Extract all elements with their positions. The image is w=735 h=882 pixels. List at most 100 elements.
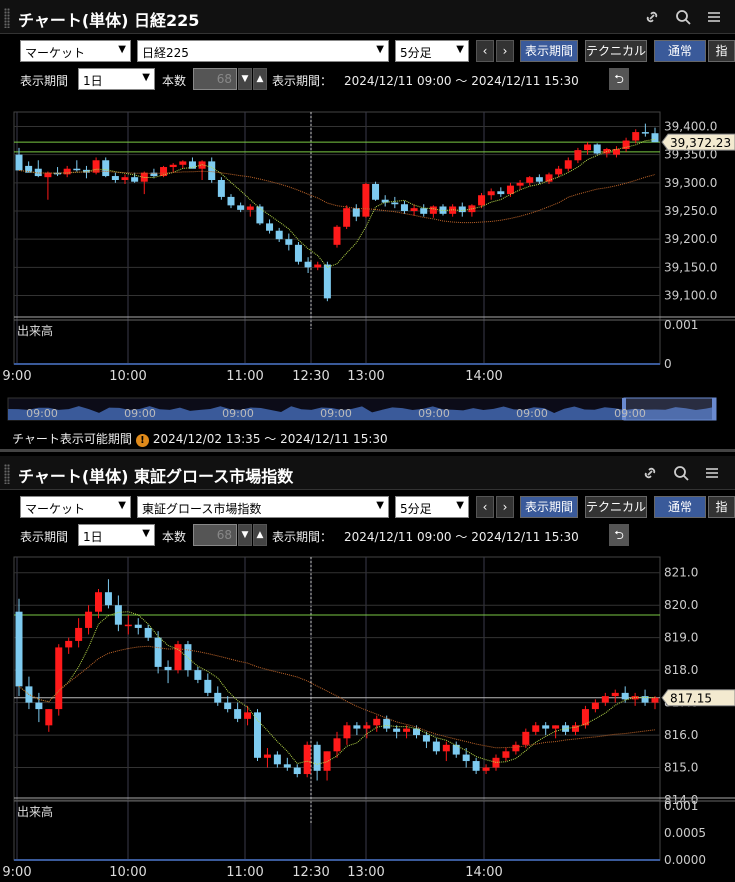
candle — [352, 208, 360, 217]
count-input[interactable]: 68 — [193, 68, 237, 90]
candle — [244, 712, 252, 719]
count-up-button[interactable]: ▲ — [253, 524, 267, 546]
candle — [104, 592, 112, 606]
candle — [63, 168, 71, 175]
symbol-select[interactable]: 日経225 ▼ — [137, 40, 389, 62]
candle — [131, 177, 139, 182]
symbol-select[interactable]: 東証グロース市場指数 ▼ — [137, 496, 389, 518]
candle — [545, 174, 553, 182]
search-icon[interactable] — [672, 464, 690, 482]
candle — [283, 764, 291, 768]
drag-grip-icon[interactable] — [4, 8, 10, 28]
candle — [343, 725, 351, 739]
market-select[interactable]: マーケット ▼ — [20, 40, 131, 62]
candle — [591, 702, 599, 710]
count-down-button[interactable]: ▼ — [238, 524, 252, 546]
candle — [102, 160, 110, 177]
menu-icon[interactable] — [705, 8, 723, 26]
y-tick-label: 39,100.0 — [664, 289, 717, 303]
period-button[interactable]: 表示期間 — [520, 40, 578, 62]
candle — [468, 205, 476, 213]
prev-button[interactable]: ‹ — [476, 40, 494, 62]
available-period: チャート表示可能期間! 2024/12/02 13:35 ～ 2024/12/11… — [12, 432, 388, 447]
count-input[interactable]: 68 — [193, 524, 237, 546]
candle — [73, 168, 81, 171]
candle — [478, 195, 486, 206]
candle — [452, 744, 460, 755]
candle — [651, 133, 659, 143]
y-tick-label: 39,300.0 — [664, 176, 717, 190]
candle — [458, 206, 466, 213]
candle — [564, 160, 572, 169]
candle — [333, 738, 341, 752]
period-label: 表示期間 — [20, 74, 69, 88]
candle — [214, 692, 222, 703]
price-chart[interactable]: 9:00 10:00 11:00 12:30 13:00 14:00 821.0 820.0 8… — [0, 548, 735, 882]
candle — [15, 611, 23, 687]
link-icon[interactable] — [643, 8, 661, 26]
panel-titlebar[interactable]: チャート(単体) 日経225 — [0, 0, 735, 34]
candle — [237, 205, 245, 210]
range-value: 2024/12/11 09:00 ～ 2024/12/11 15:30 — [344, 74, 579, 88]
technical-button[interactable]: テクニカル — [585, 496, 647, 518]
navigator-tick-label: 09:00 — [614, 407, 646, 420]
candle — [208, 161, 216, 180]
period-button[interactable]: 表示期間 — [520, 496, 578, 518]
warning-icon: ! — [135, 434, 149, 447]
candle — [65, 640, 73, 648]
technical-button[interactable]: テクニカル — [585, 40, 647, 62]
candle — [362, 183, 370, 217]
volume-tick-label: 0.001 — [664, 318, 698, 332]
prev-button[interactable]: ‹ — [476, 496, 494, 518]
candle — [227, 196, 235, 206]
count-down-button[interactable]: ▼ — [238, 68, 252, 90]
candle — [516, 182, 524, 186]
candle — [95, 592, 102, 612]
y-tick-label: 39,250.0 — [664, 204, 717, 218]
candle — [45, 709, 53, 726]
next-button[interactable]: › — [496, 40, 514, 62]
index-button[interactable]: 指 — [708, 496, 735, 518]
range-label: 表示期間： — [272, 74, 333, 88]
index-button[interactable]: 指 — [708, 40, 735, 62]
market-select[interactable]: マーケット ▼ — [20, 496, 131, 518]
x-tick-label: 13:00 — [347, 865, 384, 880]
normal-button[interactable]: 通常 — [654, 496, 706, 518]
candle — [601, 696, 609, 703]
candle — [275, 230, 283, 240]
normal-button[interactable]: 通常 — [654, 40, 706, 62]
reset-icon[interactable]: ⮌ — [609, 68, 629, 90]
interval-select[interactable]: 5分足 ▼ — [395, 40, 469, 62]
reset-icon[interactable]: ⮌ — [609, 524, 629, 546]
candle — [584, 144, 592, 151]
drag-grip-icon[interactable] — [4, 464, 10, 484]
y-tick-label: 39,150.0 — [664, 260, 717, 274]
candle — [313, 744, 321, 771]
candle — [164, 666, 172, 671]
interval-select[interactable]: 5分足 ▼ — [395, 496, 469, 518]
candle — [581, 709, 589, 726]
next-button[interactable]: › — [496, 496, 514, 518]
candle — [593, 144, 601, 154]
y-tick-label: 815.0 — [664, 761, 698, 775]
price-chart[interactable]: 9:00 10:00 11:00 12:30 13:00 14:00 39,400.0 39,… — [0, 92, 735, 427]
candle — [442, 744, 450, 752]
menu-icon[interactable] — [703, 464, 721, 482]
y-tick-label: 819.0 — [664, 631, 698, 645]
candle — [611, 692, 619, 697]
candle — [303, 744, 311, 775]
chart-panel-nikkei: チャート(単体) 日経225 マーケット ▼ 日経225 ▼ 5分足 ▼ ‹ › 表示… — [0, 0, 735, 452]
count-up-button[interactable]: ▲ — [253, 68, 267, 90]
navigator-area — [8, 406, 716, 420]
panel-titlebar[interactable]: チャート(単体) 東証グロース市場指数 — [0, 456, 735, 490]
candle — [343, 208, 351, 227]
candle — [472, 761, 480, 771]
link-icon[interactable] — [641, 464, 659, 482]
candle — [400, 204, 408, 211]
period-select[interactable]: 1日 ▼ — [78, 68, 155, 90]
search-icon[interactable] — [674, 8, 692, 26]
period-select[interactable]: 1日 ▼ — [78, 524, 155, 546]
x-tick-label: 10:00 — [109, 369, 146, 384]
candle — [632, 132, 640, 141]
candle — [246, 206, 254, 210]
